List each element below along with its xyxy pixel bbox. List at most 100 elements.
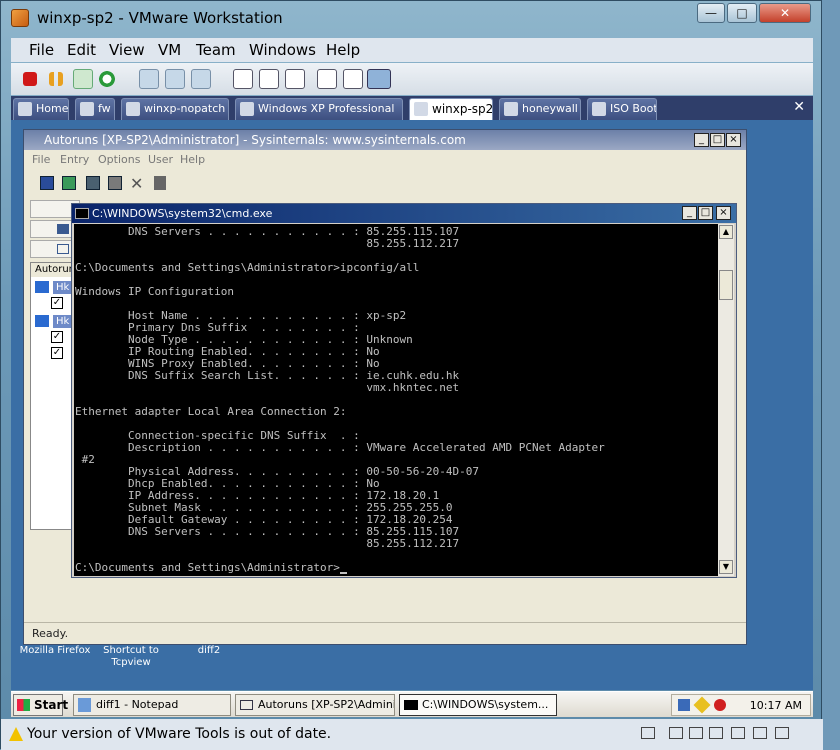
- taskbar-item-cmd[interactable]: C:\WINDOWS\system...: [399, 694, 557, 716]
- close-icon[interactable]: ×: [716, 206, 731, 220]
- scroll-up-icon[interactable]: ▲: [719, 225, 733, 239]
- close-tab-icon[interactable]: ✕: [793, 99, 805, 115]
- menu-user[interactable]: User: [148, 153, 173, 166]
- window-title: winxp-sp2 - VMware Workstation: [37, 9, 283, 27]
- console-line: 85.255.112.217: [75, 537, 460, 550]
- refresh-icon[interactable]: [62, 176, 76, 190]
- desktop-icon-label[interactable]: Shortcut to Tcpview: [93, 645, 169, 669]
- taskbar-item-autoruns[interactable]: Autoruns [XP-SP2\Admini...: [235, 694, 395, 716]
- scroll-down-icon[interactable]: ▼: [719, 560, 733, 574]
- revert-snapshot-icon[interactable]: [165, 69, 185, 89]
- tab-winxp-sp2[interactable]: winxp-sp2: [409, 98, 493, 120]
- power-on-icon[interactable]: [73, 69, 93, 89]
- device-icon[interactable]: [689, 727, 703, 739]
- menu-help[interactable]: Help: [180, 153, 205, 166]
- power-off-icon[interactable]: [23, 72, 37, 86]
- tab-iso-boot[interactable]: ISO Boot: [587, 98, 657, 120]
- vm-tab-bar: Home fw winxp-nopatch Windows XP Profess…: [11, 96, 813, 120]
- maximize-button[interactable]: □: [727, 3, 757, 23]
- reset-icon[interactable]: [97, 69, 117, 89]
- menu-help[interactable]: Help: [326, 41, 360, 59]
- menu-edit[interactable]: Edit: [67, 41, 96, 59]
- desktop-icon-label[interactable]: Mozilla Firefox: [15, 645, 95, 657]
- device-icon[interactable]: [669, 727, 683, 739]
- vm-icon: [592, 102, 606, 116]
- cmd-window: C:\WINDOWS\system32\cmd.exe _ □ × DNS Se…: [71, 203, 737, 578]
- desktop-icon-label[interactable]: diff2: [187, 645, 231, 657]
- device-icon[interactable]: [641, 727, 655, 739]
- tab-honeywall[interactable]: honeywall: [499, 98, 581, 120]
- shield-icon[interactable]: [714, 699, 726, 711]
- sidebar-icon[interactable]: [233, 69, 253, 89]
- console-prompt: C:\Documents and Settings\Administrator>: [75, 561, 340, 574]
- tab-fw[interactable]: fw: [75, 98, 115, 120]
- tab-home[interactable]: Home: [13, 98, 69, 120]
- snapshot-manager-icon[interactable]: [191, 69, 211, 89]
- registry-icon: [35, 281, 49, 293]
- console-line: Description . . . . . . . . . . . : VMwa…: [75, 441, 605, 454]
- pause-icon[interactable]: [49, 72, 63, 86]
- delete-icon[interactable]: ✕: [130, 174, 143, 193]
- close-button[interactable]: ✕: [759, 3, 811, 23]
- text-cursor: [339, 572, 347, 574]
- menu-windows[interactable]: Windows: [249, 41, 316, 59]
- view-icon[interactable]: [367, 69, 391, 89]
- close-icon[interactable]: ×: [726, 133, 741, 147]
- vm-icon: [240, 102, 254, 116]
- console-line: Ethernet adapter Local Area Connection 2…: [75, 405, 347, 418]
- vmware-logo-icon: [11, 9, 29, 27]
- console-line: 85.255.112.217: [75, 237, 460, 250]
- security-alert-icon[interactable]: [693, 696, 711, 714]
- autoruns-status-bar: Ready.: [24, 622, 746, 644]
- device-icon[interactable]: [775, 727, 789, 739]
- entry-checkbox[interactable]: ✓: [51, 297, 63, 309]
- entry-checkbox[interactable]: ✓: [51, 347, 63, 359]
- tab-winxp-nopatch[interactable]: winxp-nopatch: [121, 98, 229, 120]
- autoruns-title-bar: Autoruns [XP-SP2\Administrator] - Sysint…: [24, 130, 746, 150]
- menu-options[interactable]: Options: [98, 153, 140, 166]
- menu-file[interactable]: File: [32, 153, 50, 166]
- maximize-icon[interactable]: □: [710, 133, 725, 147]
- console-icon[interactable]: [343, 69, 363, 89]
- start-button[interactable]: Start: [13, 694, 68, 716]
- quick-switch-icon[interactable]: [259, 69, 279, 89]
- entry-checkbox[interactable]: ✓: [51, 331, 63, 343]
- jump-icon[interactable]: [154, 176, 166, 190]
- device-icon[interactable]: [709, 727, 723, 739]
- tab-windows-xp-professional[interactable]: Windows XP Professional: [235, 98, 403, 120]
- registry-icon: [35, 315, 49, 327]
- clock[interactable]: 10:17 AM: [750, 699, 802, 712]
- autoruns-menu: File Entry Options User Help: [24, 151, 746, 170]
- cmd-console-output[interactable]: DNS Servers . . . . . . . . . . . : 85.2…: [74, 224, 718, 576]
- minimize-icon[interactable]: _: [682, 206, 697, 220]
- vertical-scrollbar[interactable]: ▲ ▼: [718, 224, 734, 576]
- menu-vm[interactable]: VM: [158, 41, 181, 59]
- toolbar: [11, 63, 813, 95]
- title-bar: winxp-sp2 - VMware Workstation — □ ✕: [1, 1, 823, 35]
- minimize-icon[interactable]: _: [694, 133, 709, 147]
- status-message[interactable]: Your version of VMware Tools is out of d…: [27, 726, 331, 742]
- menu-entry[interactable]: Entry: [60, 153, 89, 166]
- save-icon[interactable]: [40, 176, 54, 190]
- menu-view[interactable]: View: [109, 41, 145, 59]
- menu-team[interactable]: Team: [196, 41, 236, 59]
- vmware-status-bar: Your version of VMware Tools is out of d…: [1, 719, 823, 750]
- snapshot-icon[interactable]: [139, 69, 159, 89]
- console-line: C:\Documents and Settings\Administrator>…: [75, 261, 420, 274]
- summary-icon[interactable]: [317, 69, 337, 89]
- minimize-button[interactable]: —: [697, 3, 725, 23]
- scroll-thumb[interactable]: [719, 270, 733, 300]
- device-icon[interactable]: [753, 727, 767, 739]
- cmd-icon: [75, 208, 89, 219]
- status-text: Ready.: [32, 627, 69, 640]
- network-icon[interactable]: [678, 699, 690, 711]
- console-lines: DNS Servers . . . . . . . . . . . : 85.2…: [75, 226, 718, 562]
- taskbar-item-notepad[interactable]: diff1 - Notepad: [73, 694, 231, 716]
- find-icon[interactable]: [86, 176, 100, 190]
- properties-icon[interactable]: [108, 176, 122, 190]
- maximize-icon[interactable]: □: [698, 206, 713, 220]
- menu-file[interactable]: File: [29, 41, 54, 59]
- vm-icon: [80, 102, 94, 116]
- full-screen-icon[interactable]: [285, 69, 305, 89]
- device-icon[interactable]: [731, 727, 745, 739]
